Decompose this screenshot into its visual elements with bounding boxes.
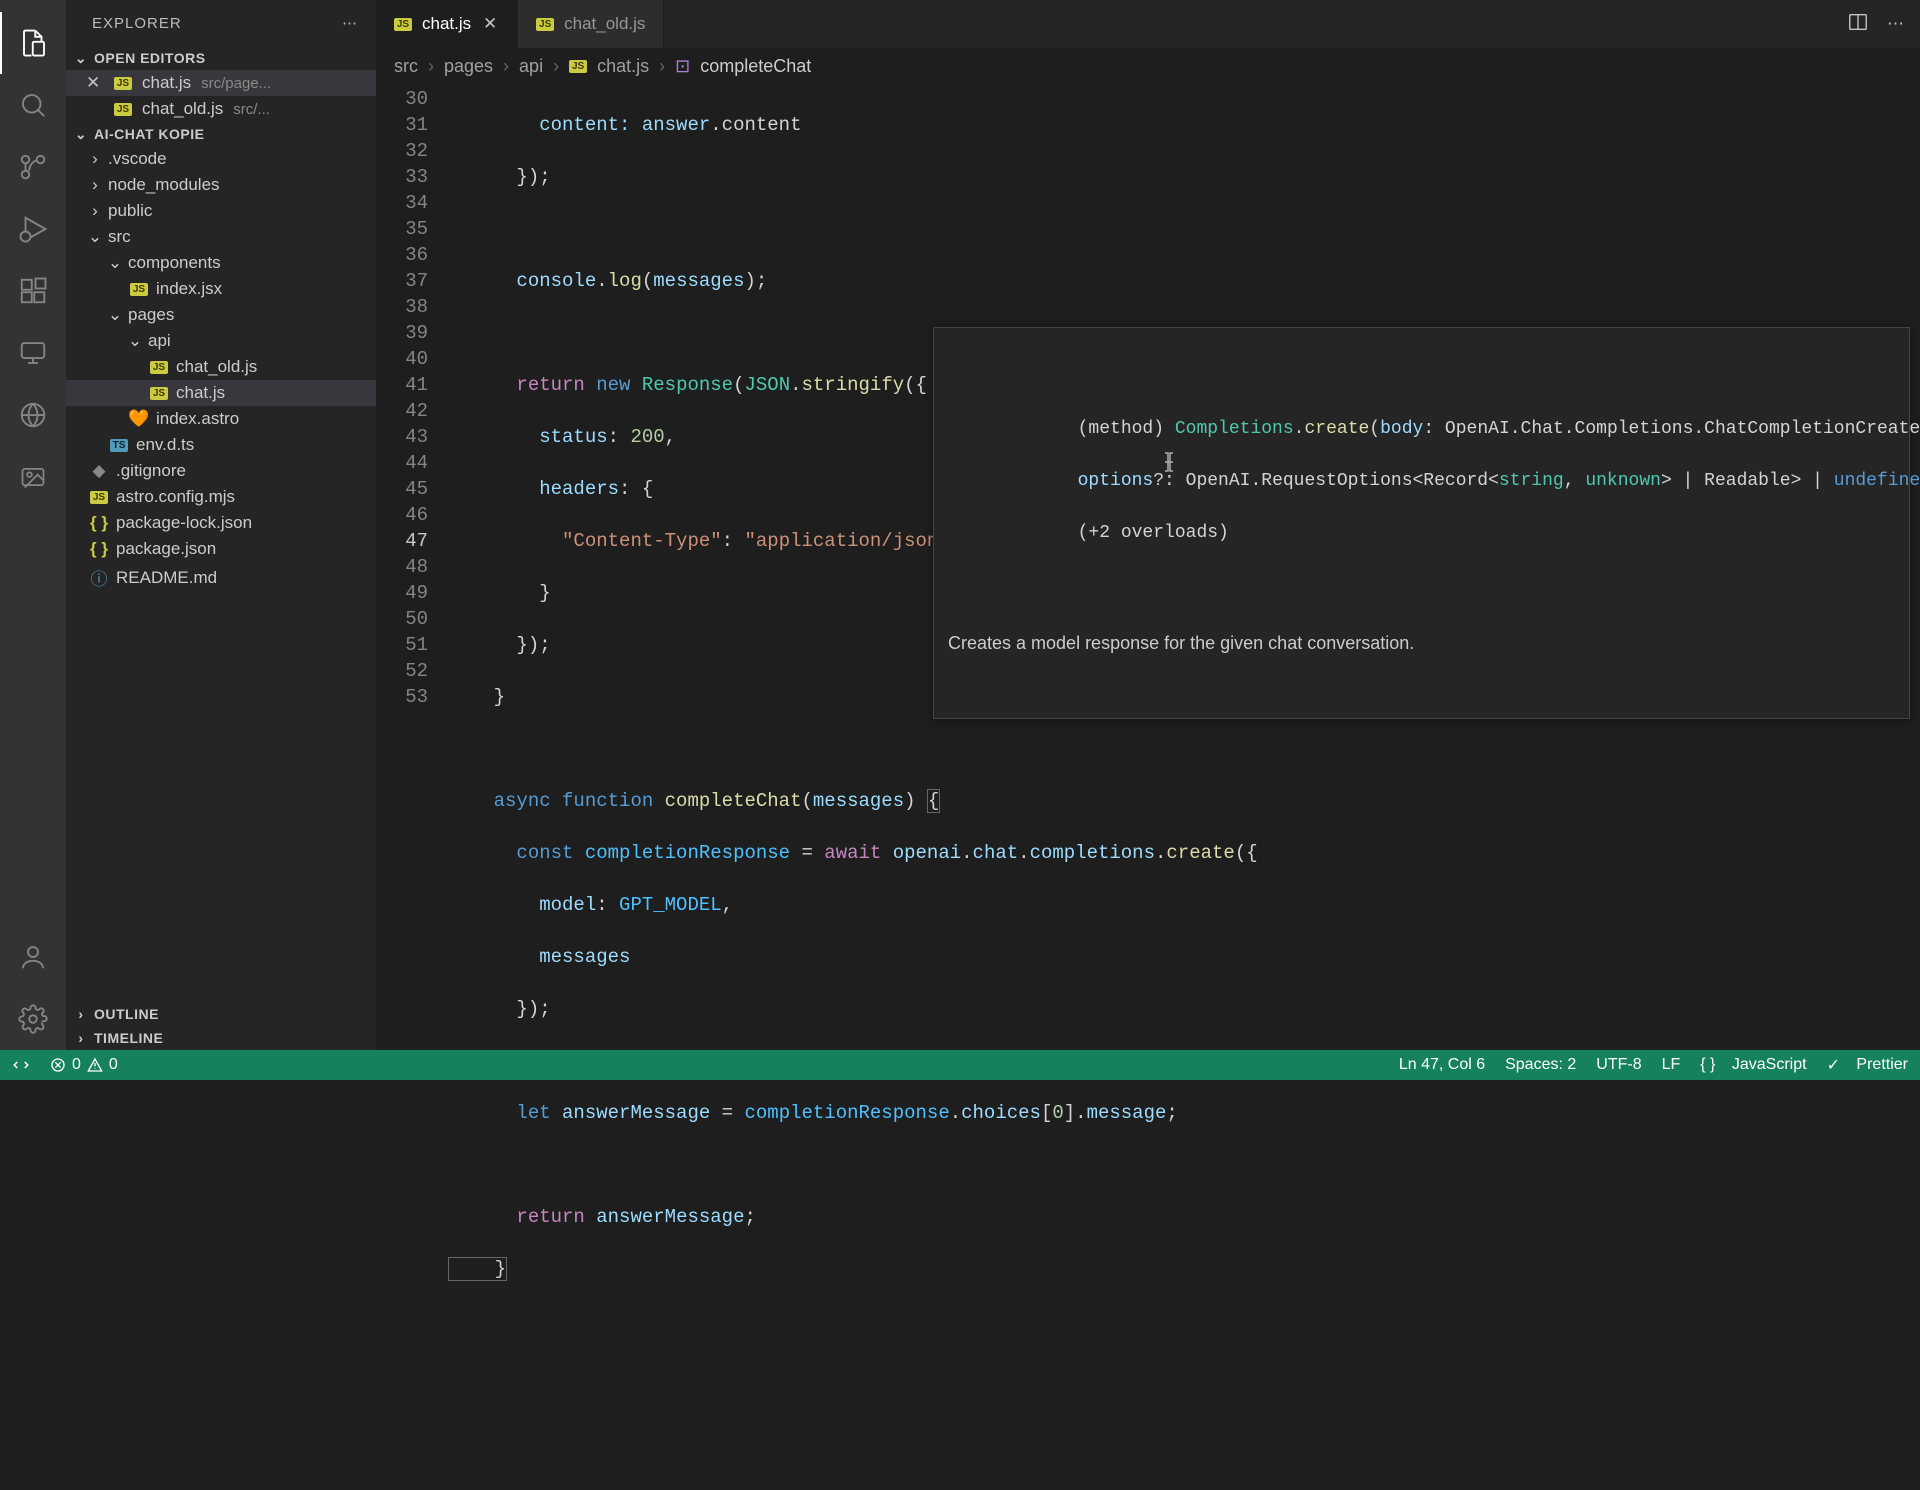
open-editors-label: OPEN EDITORS — [94, 50, 206, 66]
js-icon: JS — [114, 103, 132, 116]
chevron-right-icon: › — [503, 56, 509, 77]
ts-icon: TS — [110, 439, 128, 452]
js-icon: JS — [90, 491, 108, 504]
tab-label: chat.js — [422, 14, 471, 34]
info-icon: ⓘ — [88, 565, 110, 590]
settings-icon[interactable] — [0, 988, 66, 1050]
json-icon: { } — [88, 513, 110, 533]
sidebar-title: EXPLORER — [92, 15, 182, 32]
outline-header[interactable]: ›OUTLINE — [66, 1002, 376, 1026]
account-icon[interactable] — [0, 926, 66, 988]
js-icon: JS — [536, 18, 554, 31]
folder-vscode[interactable]: ›.vscode — [66, 146, 376, 172]
chevron-right-icon: › — [553, 56, 559, 77]
chevron-right-icon: › — [659, 56, 665, 77]
remote-indicator[interactable] — [12, 1056, 30, 1074]
problems-indicator[interactable]: 0 0 — [50, 1056, 118, 1074]
folder-components[interactable]: ⌄components — [66, 250, 376, 276]
tab-bar: JS chat.js ✕ JS chat_old.js ⋯ — [376, 0, 1920, 48]
extensions-icon[interactable] — [0, 260, 66, 322]
debug-icon[interactable] — [0, 198, 66, 260]
timeline-header[interactable]: ›TIMELINE — [66, 1026, 376, 1050]
more-actions-icon[interactable]: ⋯ — [1887, 14, 1904, 34]
file-name: chat_old.js — [142, 99, 223, 119]
file-readme[interactable]: ⓘREADME.md — [66, 562, 376, 593]
sidebar-more-icon[interactable]: ⋯ — [342, 14, 358, 32]
js-icon: JS — [150, 387, 168, 400]
tab-chat-old-js[interactable]: JS chat_old.js — [518, 0, 664, 48]
folder-src[interactable]: ⌄src — [66, 224, 376, 250]
chevron-right-icon: › — [88, 178, 102, 192]
file-chat-old-js[interactable]: JSchat_old.js — [66, 354, 376, 380]
hover-description: Creates a model response for the given c… — [948, 630, 1895, 656]
text-cursor-icon — [1160, 451, 1178, 473]
editor[interactable]: 3031323334353637383940414243444546474849… — [376, 84, 1920, 1050]
open-editors-header[interactable]: ⌄ OPEN EDITORS — [66, 46, 376, 70]
liveshare-icon[interactable] — [0, 384, 66, 446]
close-icon[interactable]: ✕ — [481, 14, 499, 34]
method-icon: ⊡ — [675, 56, 690, 77]
js-icon: JS — [130, 283, 148, 296]
file-hint: src/page... — [201, 75, 271, 92]
folder-api[interactable]: ⌄api — [66, 328, 376, 354]
folder-public[interactable]: ›public — [66, 198, 376, 224]
chevron-right-icon: › — [74, 1031, 88, 1045]
split-editor-icon[interactable] — [1847, 11, 1869, 38]
chevron-right-icon: › — [88, 152, 102, 166]
chevron-down-icon: ⌄ — [108, 308, 122, 322]
breadcrumb[interactable]: src› pages› api› JS chat.js› ⊡ completeC… — [376, 48, 1920, 84]
file-hint: src/... — [233, 101, 270, 118]
file-env-d-ts[interactable]: TSenv.d.ts — [66, 432, 376, 458]
json-icon: { } — [88, 539, 110, 559]
tab-chat-js[interactable]: JS chat.js ✕ — [376, 0, 518, 48]
file-pkg-lock[interactable]: { }package-lock.json — [66, 510, 376, 536]
chevron-down-icon: ⌄ — [74, 127, 88, 141]
line-gutter: 3031323334353637383940414243444546474849… — [376, 84, 448, 1050]
chevron-right-icon: › — [88, 204, 102, 218]
js-icon: JS — [569, 60, 587, 73]
chevron-down-icon: ⌄ — [108, 256, 122, 270]
open-editor-chat-old-js[interactable]: JS chat_old.js src/... — [66, 96, 376, 122]
sidebar: EXPLORER ⋯ ⌄ OPEN EDITORS ✕ JS chat.js s… — [66, 0, 376, 1050]
file-name: chat.js — [142, 73, 191, 93]
search-icon[interactable] — [0, 74, 66, 136]
hover-tooltip: (method) Completions.create(body: OpenAI… — [933, 327, 1910, 719]
chevron-down-icon: ⌄ — [74, 51, 88, 65]
chevron-right-icon: › — [428, 56, 434, 77]
file-index-jsx[interactable]: JSindex.jsx — [66, 276, 376, 302]
file-index-astro[interactable]: 🧡index.astro — [66, 406, 376, 432]
folder-pages[interactable]: ⌄pages — [66, 302, 376, 328]
js-icon: JS — [394, 18, 412, 31]
astro-icon: 🧡 — [128, 409, 150, 429]
open-editor-chat-js[interactable]: ✕ JS chat.js src/page... — [66, 70, 376, 96]
chevron-down-icon: ⌄ — [128, 334, 142, 348]
media-icon[interactable] — [0, 446, 66, 508]
activity-bar — [0, 0, 66, 1050]
close-icon[interactable]: ✕ — [86, 73, 104, 93]
file-pkg[interactable]: { }package.json — [66, 536, 376, 562]
chevron-right-icon: › — [74, 1007, 88, 1021]
folder-node-modules[interactable]: ›node_modules — [66, 172, 376, 198]
gitignore-icon: ◆ — [88, 461, 110, 481]
js-icon: JS — [114, 77, 132, 90]
chevron-down-icon: ⌄ — [88, 230, 102, 244]
source-control-icon[interactable] — [0, 136, 66, 198]
workspace-name: AI-CHAT KOPIE — [94, 126, 204, 142]
tab-label: chat_old.js — [564, 14, 645, 34]
remote-icon[interactable] — [0, 322, 66, 384]
file-astro-config[interactable]: JSastro.config.mjs — [66, 484, 376, 510]
code-area[interactable]: content: answer.content }); console.log(… — [448, 84, 1920, 1050]
explorer-icon[interactable] — [0, 12, 66, 74]
workspace-header[interactable]: ⌄ AI-CHAT KOPIE — [66, 122, 376, 146]
file-gitignore[interactable]: ◆.gitignore — [66, 458, 376, 484]
js-icon: JS — [150, 361, 168, 374]
file-chat-js[interactable]: JSchat.js — [66, 380, 376, 406]
